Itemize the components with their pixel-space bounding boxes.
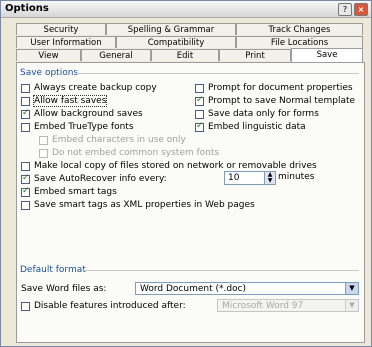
- options-dialog: Options ? × Security Spelling & Grammar …: [0, 0, 372, 347]
- tab-security[interactable]: Security: [16, 23, 106, 35]
- autorecover-minutes-value: 10: [228, 173, 240, 183]
- embed-smart-tags-label: Embed smart tags: [34, 187, 117, 197]
- no-embed-system-option: Do not embed common system fonts: [39, 148, 219, 158]
- tab-general[interactable]: General: [81, 49, 151, 61]
- disable-after-dropdown: Microsoft Word 97 ▼: [217, 299, 359, 312]
- always-backup-label: Always create backup copy: [34, 83, 157, 93]
- save-data-forms-checkbox[interactable]: [195, 109, 204, 119]
- save-as-value: Word Document (*.doc): [140, 284, 247, 294]
- allow-background-checkbox[interactable]: [21, 108, 30, 119]
- prompt-normal-label: Prompt to save Normal template: [208, 96, 356, 106]
- minutes-label: minutes: [278, 172, 315, 182]
- tab-print[interactable]: Print: [219, 49, 291, 61]
- group-divider: [77, 73, 359, 74]
- local-copy-label: Make local copy of files stored on netwo…: [34, 161, 317, 171]
- save-as-dropdown[interactable]: Word Document (*.doc) ▼: [135, 282, 359, 295]
- save-options-group-label: Save options: [20, 68, 79, 78]
- always-backup-checkbox[interactable]: [21, 83, 30, 93]
- disable-features-checkbox[interactable]: [21, 301, 30, 311]
- allow-background-option[interactable]: Allow background saves: [21, 108, 143, 119]
- embed-truetype-label: Embed TrueType fonts: [34, 122, 134, 132]
- autorecover-checkbox[interactable]: [21, 173, 30, 184]
- close-icon[interactable]: ×: [354, 3, 368, 16]
- embed-chars-in-use-label: Embed characters in use only: [52, 135, 186, 145]
- prompt-normal-option[interactable]: Prompt to save Normal template: [195, 95, 356, 106]
- tab-user-information[interactable]: User Information: [16, 36, 116, 48]
- save-data-forms-option[interactable]: Save data only for forms: [195, 109, 319, 119]
- prompt-normal-checkbox[interactable]: [195, 95, 204, 106]
- tab-file-locations[interactable]: File Locations: [236, 36, 363, 48]
- prompt-doc-props-label: Prompt for document properties: [208, 83, 353, 93]
- prompt-doc-props-option[interactable]: Prompt for document properties: [195, 83, 353, 93]
- tab-spelling-grammar[interactable]: Spelling & Grammar: [106, 23, 236, 35]
- embed-smart-tags-checkbox[interactable]: [21, 186, 30, 197]
- dialog-title: Options: [5, 3, 49, 14]
- chevron-down-icon[interactable]: ▼: [345, 283, 358, 294]
- autorecover-label: Save AutoRecover info every:: [34, 174, 167, 184]
- smart-tags-xml-checkbox[interactable]: [21, 200, 30, 210]
- save-tab-panel: Save options Always create backup copy P…: [16, 62, 365, 343]
- autorecover-minutes-spinner[interactable]: 10 ▲ ▼: [224, 171, 276, 185]
- disable-after-value: Microsoft Word 97: [222, 301, 304, 311]
- allow-fast-saves-option[interactable]: Allow fast saves: [21, 95, 108, 107]
- local-copy-checkbox[interactable]: [21, 161, 30, 171]
- embed-chars-in-use-checkbox: [39, 135, 48, 145]
- save-as-label: Save Word files as:: [21, 284, 107, 294]
- allow-background-label: Allow background saves: [34, 109, 143, 119]
- tab-row-1: Security Spelling & Grammar Track Change…: [16, 23, 363, 35]
- embed-linguistic-checkbox[interactable]: [195, 121, 204, 132]
- smart-tags-xml-label: Save smart tags as XML properties in Web…: [34, 200, 255, 210]
- embed-linguistic-label: Embed linguistic data: [208, 122, 306, 132]
- allow-fast-saves-checkbox[interactable]: [21, 96, 30, 106]
- spinner-arrows-icon[interactable]: ▲ ▼: [264, 172, 275, 184]
- embed-truetype-checkbox[interactable]: [21, 122, 30, 132]
- tab-save[interactable]: Save: [291, 48, 363, 62]
- tab-row-2: User Information Compatibility File Loca…: [16, 36, 363, 48]
- tab-row-3: View General Edit Print Save: [16, 48, 363, 63]
- save-data-forms-label: Save data only for forms: [208, 109, 319, 119]
- smart-tags-xml-option[interactable]: Save smart tags as XML properties in Web…: [21, 200, 255, 210]
- disable-features-option[interactable]: Disable features introduced after:: [21, 301, 186, 311]
- tab-view[interactable]: View: [16, 49, 81, 61]
- always-backup-option[interactable]: Always create backup copy: [21, 83, 157, 93]
- tab-edit[interactable]: Edit: [151, 49, 219, 61]
- prompt-doc-props-checkbox[interactable]: [195, 83, 204, 93]
- disable-features-label: Disable features introduced after:: [34, 301, 186, 311]
- embed-linguistic-option[interactable]: Embed linguistic data: [195, 121, 306, 132]
- tab-compatibility[interactable]: Compatibility: [116, 36, 236, 48]
- embed-truetype-option[interactable]: Embed TrueType fonts: [21, 122, 134, 132]
- embed-chars-in-use-option: Embed characters in use only: [39, 135, 186, 145]
- group-divider: [83, 270, 359, 271]
- tab-track-changes[interactable]: Track Changes: [236, 23, 363, 35]
- help-icon[interactable]: ?: [338, 3, 352, 16]
- no-embed-system-checkbox: [39, 148, 48, 158]
- default-format-group-label: Default format: [20, 265, 86, 275]
- allow-fast-saves-label: Allow fast saves: [32, 95, 108, 107]
- autorecover-option[interactable]: Save AutoRecover info every:: [21, 173, 167, 184]
- chevron-down-icon: ▼: [345, 300, 358, 311]
- local-copy-option[interactable]: Make local copy of files stored on netwo…: [21, 161, 317, 171]
- embed-smart-tags-option[interactable]: Embed smart tags: [21, 186, 117, 197]
- title-bar[interactable]: Options ? ×: [1, 1, 371, 18]
- no-embed-system-label: Do not embed common system fonts: [52, 148, 220, 158]
